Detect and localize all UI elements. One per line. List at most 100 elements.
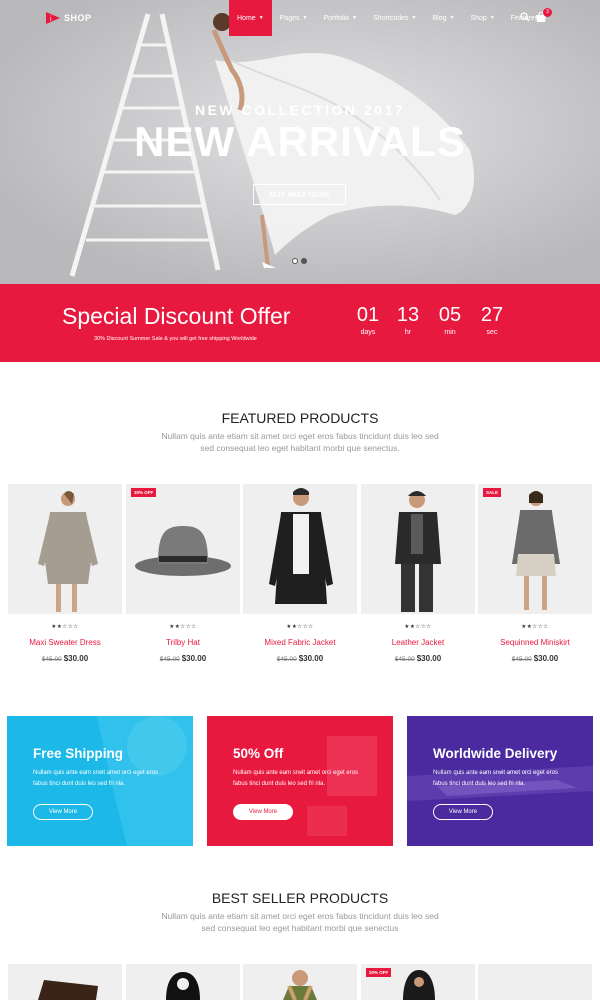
product-name[interactable]: Sequinned Miniskirt — [478, 638, 592, 647]
countdown-label: min — [444, 329, 456, 336]
best-seller-title: BEST SELLER PRODUCTS — [211, 890, 389, 906]
old-price: $45.00 — [394, 656, 415, 663]
rating-stars: ★★☆☆☆ — [286, 624, 314, 630]
product-price: $45.00 $30.00 — [478, 654, 592, 663]
desc-line: Nullam quis ante etiam sit amet orci ege… — [161, 911, 439, 921]
promo-title: Free Shipping — [33, 746, 124, 761]
countdown-seconds: 27 sec — [472, 304, 512, 336]
nav-portfolio[interactable]: Portfolio ▼ — [315, 0, 365, 36]
logo-icon: i — [44, 10, 62, 26]
hero-buy-button[interactable]: BUY iMAX NOW! — [253, 184, 346, 205]
slider-dot-1[interactable] — [292, 258, 298, 264]
product-badge: 30% OFF — [131, 488, 157, 497]
chevron-down-icon: ▼ — [449, 15, 455, 21]
view-more-button[interactable]: View More — [233, 804, 293, 820]
main-nav: Home ▼ Pages ▼ Portfolio ▼ Shortcodes ▼ Blog… — [229, 0, 554, 36]
rating-stars: ★★☆☆☆ — [169, 624, 197, 630]
product-image[interactable] — [361, 484, 475, 614]
product-image[interactable] — [8, 484, 122, 614]
best-product-image[interactable] — [478, 964, 592, 1000]
logo-text: SHOP — [64, 13, 92, 23]
cart-count-badge: 3 — [543, 8, 552, 17]
featured-title: FEATURED PRODUCTS — [221, 410, 379, 426]
product-name[interactable]: Leather Jacket — [361, 638, 475, 647]
search-icon[interactable] — [520, 12, 530, 22]
slider-dot-2[interactable] — [301, 258, 307, 264]
product-card[interactable]: ★★☆☆☆ Maxi Sweater Dress $45.00 $30.00 — [8, 484, 122, 663]
nav-label: Pages — [279, 14, 300, 22]
desc-line: sed consequat leo eget habitant morbi qu… — [201, 923, 399, 933]
promo-text: Nullam quis ante eam srwit amet orci ege… — [233, 770, 359, 787]
nav-shop[interactable]: Shop ▼ — [462, 0, 502, 36]
nav-blog[interactable]: Blog ▼ — [424, 0, 462, 36]
product-name[interactable]: Maxi Sweater Dress — [8, 638, 122, 647]
chevron-down-icon: ▼ — [258, 15, 264, 21]
hero-title: NEW ARRIVALS — [134, 118, 466, 165]
product-image[interactable]: 30% OFF — [126, 484, 240, 614]
rating-stars: ★★☆☆☆ — [404, 624, 432, 630]
product-card[interactable]: ★★☆☆☆ Mixed Fabric Jacket $45.00 $30.00 — [243, 484, 357, 663]
chevron-down-icon: ▼ — [489, 15, 495, 21]
countdown-hours: 13 hr — [388, 304, 428, 336]
hero-slider: i SHOP Home ▼ Pages ▼ Portfolio ▼ Shortcode… — [0, 0, 600, 284]
promo-title: Worldwide Delivery — [433, 746, 558, 761]
rating-stars: ★★☆☆☆ — [521, 624, 549, 630]
promo-worldwide-delivery: Worldwide Delivery Nullam quis ante eam … — [407, 716, 593, 846]
chevron-down-icon: ▼ — [302, 15, 308, 21]
slider-dots — [292, 258, 307, 264]
best-seller-desc: Nullam quis ante etiam sit amet orci ege… — [140, 910, 460, 934]
discount-subtitle: 30% Discount Summer Sale & you will get … — [94, 336, 257, 342]
sale-price: $30.00 — [416, 654, 442, 663]
nav-pages[interactable]: Pages ▼ — [272, 0, 316, 36]
countdown-minutes: 05 min — [430, 304, 470, 336]
product-name[interactable]: Mixed Fabric Jacket — [243, 638, 357, 647]
promo-50-off: 50% Off Nullam quis ante eam srwit amet … — [207, 716, 393, 846]
product-price: $45.00 $30.00 — [126, 654, 240, 663]
desc-line: Nullam quis ante etiam sit amet orci ege… — [161, 431, 439, 441]
product-card[interactable]: SALE ★★☆☆☆ Sequinned Miniskirt $45.00 $30… — [478, 484, 592, 663]
old-price: $45.00 — [41, 656, 62, 663]
desc-line: sed consequat leo eget habitant morbi qu… — [200, 443, 400, 453]
countdown-value: 01 — [356, 304, 380, 326]
countdown-days: 01 days — [348, 304, 388, 336]
product-image[interactable] — [243, 484, 357, 614]
nav-shortcodes[interactable]: Shortcodes ▼ — [365, 0, 424, 36]
nav-label: Shop — [470, 14, 487, 22]
nav-label: Home — [237, 14, 256, 22]
product-card[interactable]: ★★☆☆☆ Leather Jacket $45.00 $30.00 — [361, 484, 475, 663]
promo-free-shipping: Free Shipping Nullam quis ante eam srwit… — [7, 716, 193, 846]
countdown-value: 05 — [438, 304, 462, 326]
product-card[interactable]: 30% OFF ★★☆☆☆ Trilby Hat $45.00 $30.00 — [126, 484, 240, 663]
sale-price: $30.00 — [181, 654, 207, 663]
nav-label: Shortcodes — [373, 14, 409, 22]
discount-banner: Special Discount Offer 30% Discount Summ… — [0, 284, 600, 362]
product-name[interactable]: Trilby Hat — [126, 638, 240, 647]
top-navbar: i SHOP Home ▼ Pages ▼ Portfolio ▼ Shortcode… — [0, 0, 600, 36]
product-badge: 20% OFF — [366, 968, 392, 977]
sale-price: $30.00 — [63, 654, 89, 663]
view-more-button[interactable]: View More — [433, 804, 493, 820]
nav-label: Blog — [432, 14, 447, 22]
promo-text: Nullam quis ante eam srwit amet orci ege… — [33, 770, 159, 787]
best-product-image[interactable]: 20% OFF — [361, 964, 475, 1000]
countdown-value: 27 — [480, 304, 504, 326]
product-price: $45.00 $30.00 — [8, 654, 122, 663]
product-price: $45.00 $30.00 — [361, 654, 475, 663]
best-product-image[interactable] — [243, 964, 357, 1000]
product-image[interactable]: SALE — [478, 484, 592, 614]
view-more-button[interactable]: View More — [33, 804, 93, 820]
sale-price: $30.00 — [298, 654, 324, 663]
product-price: $45.00 $30.00 — [243, 654, 357, 663]
best-product-image[interactable] — [126, 964, 240, 1000]
rating-stars: ★★☆☆☆ — [51, 624, 79, 630]
promo-title: 50% Off — [233, 746, 284, 761]
nav-home[interactable]: Home ▼ — [229, 0, 272, 36]
countdown-label: days — [360, 329, 376, 336]
best-product-image[interactable] — [8, 964, 122, 1000]
countdown-value: 13 — [396, 304, 420, 326]
featured-desc: Nullam quis ante etiam sit amet orci ege… — [140, 430, 460, 454]
chevron-down-icon: ▼ — [411, 15, 417, 21]
nav-label: Portfolio — [323, 14, 350, 22]
old-price: $45.00 — [276, 656, 297, 663]
logo[interactable]: i SHOP — [44, 10, 92, 26]
